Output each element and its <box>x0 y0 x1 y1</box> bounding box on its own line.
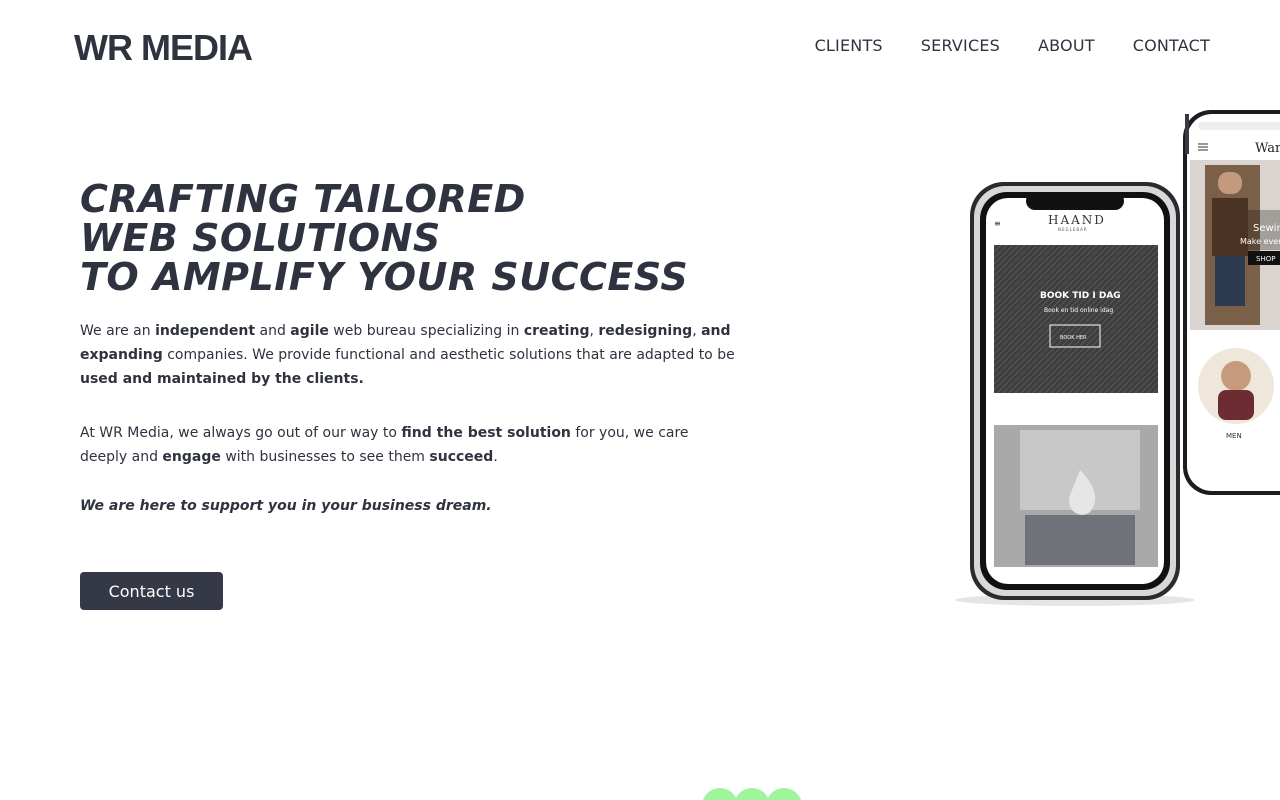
mission-text: with businesses to see them <box>220 449 430 465</box>
back-phone-banner-sub: Make every <box>1240 237 1280 246</box>
back-phone-banner-button: SHOP <box>1256 255 1275 263</box>
intro-emphasis: creating <box>523 323 590 339</box>
blob-2 <box>735 788 769 800</box>
intro-emphasis: agile <box>290 323 329 339</box>
nav-services[interactable]: SERVICES <box>921 36 1000 55</box>
back-phone-category: MEN <box>1226 432 1242 440</box>
headline-line-3: TO AMPLIFY YOUR SUCCESS <box>80 255 689 299</box>
mission-text: At WR Media, we always go out of our way… <box>80 425 402 441</box>
mission-emphasis: find the best solution <box>401 425 571 441</box>
front-phone-card-sub: Book en tid online idag <box>1044 307 1113 314</box>
intro-text: , <box>692 323 702 339</box>
hero-section: CRAFTING TAILORED WEB SOLUTIONS TO AMPLI… <box>80 180 740 515</box>
intro-emphasis: used and maintained by the clients. <box>80 371 364 387</box>
blob-1 <box>703 788 737 800</box>
hero-headline: CRAFTING TAILORED WEB SOLUTIONS TO AMPLI… <box>80 180 740 297</box>
mission-emphasis: succeed <box>429 449 494 465</box>
intro-text: web bureau specializing in <box>328 323 524 339</box>
menu-icon: ≡ <box>994 219 1001 228</box>
logo-text: WR MEDIA <box>74 27 253 68</box>
intro-text: and <box>255 323 291 339</box>
main-nav: CLIENTS SERVICES ABOUT CONTACT <box>815 36 1210 55</box>
intro-emphasis: independent <box>155 323 256 339</box>
contact-us-button[interactable]: Contact us <box>80 572 223 610</box>
nav-clients[interactable]: CLIENTS <box>815 36 883 55</box>
front-phone-card-button: BOOK HER <box>1060 335 1087 341</box>
phone-mockups-image: Ward Sewing is Make every SHOP MEN ≡ <box>930 100 1280 620</box>
front-phone-card-title: BOOK TID I DAG <box>1040 291 1121 301</box>
logo[interactable]: WR MEDIA <box>74 27 253 68</box>
back-phone-banner-title: Sewing is <box>1253 223 1280 234</box>
back-phone: Ward Sewing is Make every SHOP MEN <box>1183 110 1280 495</box>
blob-3 <box>767 788 801 800</box>
headline-line-2: WEB SOLUTIONS <box>80 216 441 260</box>
intro-text: We are an <box>80 323 156 339</box>
front-phone-brand: HAAND <box>1048 213 1106 227</box>
headline-line-1: CRAFTING TAILORED <box>80 177 526 221</box>
front-phone: ≡ HAAND NEGLEBAR BOOK TID I DAG Book en … <box>955 182 1195 606</box>
nav-contact[interactable]: CONTACT <box>1133 36 1210 55</box>
intro-paragraph: We are an independent and agile web bure… <box>80 319 740 391</box>
nav-about[interactable]: ABOUT <box>1038 36 1095 55</box>
front-phone-brand-sub: NEGLEBAR <box>1058 227 1088 232</box>
mission-emphasis: engage <box>162 449 221 465</box>
intro-text: companies. We provide functional and aes… <box>162 347 735 363</box>
mission-text: . <box>493 449 498 465</box>
decorative-blobs <box>700 786 810 800</box>
mission-paragraph: At WR Media, we always go out of our way… <box>80 421 740 469</box>
back-phone-brand: Ward <box>1255 141 1280 156</box>
intro-emphasis: redesigning <box>598 323 693 339</box>
tagline: We are here to support you in your busin… <box>80 498 492 514</box>
